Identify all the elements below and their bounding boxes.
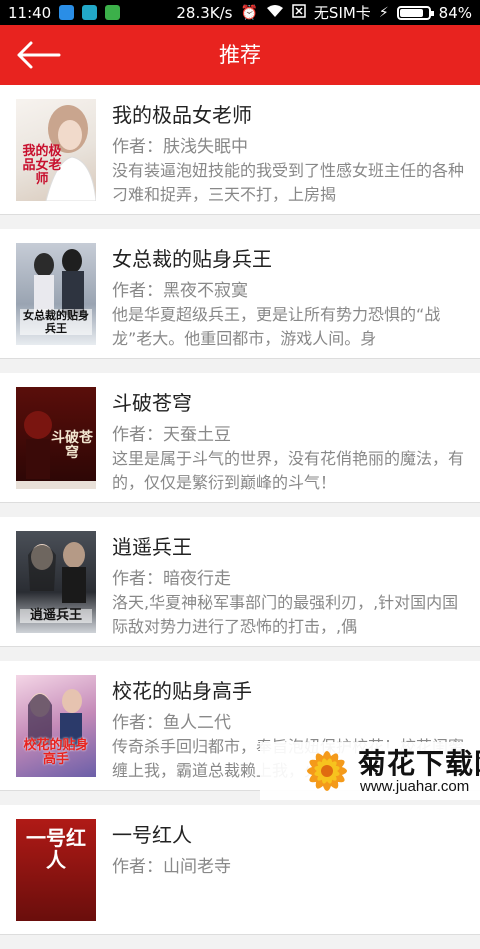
book-description: 他是华夏超级兵王，更是让所有势力恐惧的“战龙”老大。他重回都市，游戏人间。身 xyxy=(112,305,441,348)
book-item[interactable]: 女总裁的贴身兵王 女总裁的贴身兵王 作者：黑夜不寂寞 他是华夏超级兵王，更是让所… xyxy=(0,229,480,359)
book-title: 女总裁的贴身兵王 xyxy=(112,247,272,271)
book-author: 作者：山间老寺 xyxy=(112,857,231,877)
status-bar: 11:40 28.3K/s ⏰ 无SIM卡 ⚡ 84% xyxy=(0,0,480,25)
cover-title: 一号红人 xyxy=(26,826,86,872)
book-item[interactable]: 一号红人 一号红人 作者：山间老寺 xyxy=(0,805,480,935)
battery-percent: 84% xyxy=(438,3,472,22)
cover-title: 斗破苍穹 xyxy=(51,430,93,461)
cover-title: 女总裁的贴身兵王 xyxy=(20,309,92,335)
book-cover: 女总裁的贴身兵王 xyxy=(16,243,96,345)
book-title: 斗破苍穹 xyxy=(112,391,192,415)
book-author: 作者：黑夜不寂寞 xyxy=(112,281,248,301)
book-list: 我的极品女老师 我的极品女老师 作者：肤浅失眠中 没有装逼泡妞技能的我受到了性感… xyxy=(0,85,480,949)
chrysanthemum-logo-icon xyxy=(307,751,347,791)
battery-icon xyxy=(396,5,434,20)
notification-app-icon xyxy=(59,5,75,20)
notification-app-icon xyxy=(82,5,98,20)
book-description: 洛天,华夏神秘军事部门的最强利刃，,针对国内国际敌对势力进行了恐怖的打击，,偶 xyxy=(112,593,459,636)
book-title: 逍遥兵王 xyxy=(112,535,192,559)
book-cover: 我的极品女老师 xyxy=(16,99,96,201)
book-title: 一号红人 xyxy=(112,823,192,847)
notification-app-icon xyxy=(105,5,121,20)
status-time: 11:40 xyxy=(8,3,52,22)
book-author: 作者：暗夜行走 xyxy=(112,569,231,589)
cover-title: 我的极品女老师 xyxy=(22,144,62,187)
wifi-icon xyxy=(266,4,284,22)
watermark-url: www.juahar.com xyxy=(360,778,470,795)
alarm-icon: ⏰ xyxy=(240,4,258,21)
network-speed: 28.3K/s xyxy=(176,3,233,22)
book-title: 校花的贴身高手 xyxy=(112,679,252,703)
book-description xyxy=(112,879,466,929)
book-cover: 校花的贴身高手 xyxy=(16,675,96,777)
book-item[interactable]: 我的极品女老师 我的极品女老师 作者：肤浅失眠中 没有装逼泡妞技能的我受到了性感… xyxy=(0,85,480,215)
book-title: 我的极品女老师 xyxy=(112,103,252,127)
cover-title: 校花的贴身高手 xyxy=(23,738,89,767)
book-item[interactable]: 斗破苍穹 斗破苍穹 作者：天蚕土豆 这里是属于斗气的世界，没有花俏艳丽的魔法，有… xyxy=(0,373,480,503)
book-cover: 逍遥兵王 xyxy=(16,531,96,633)
book-author: 作者：鱼人二代 xyxy=(112,713,231,733)
book-cover: 一号红人 xyxy=(16,819,96,921)
sim-status: 无SIM卡 xyxy=(313,4,371,22)
sim-missing-icon xyxy=(292,3,306,22)
book-author: 作者：肤浅失眠中 xyxy=(112,137,248,157)
charging-icon: ⚡ xyxy=(378,4,389,21)
book-description: 这里是属于斗气的世界，没有花俏艳丽的魔法，有的，仅仅是繁衍到巅峰的斗气！ xyxy=(112,449,465,492)
book-item[interactable]: 逍遥兵王 逍遥兵王 作者：暗夜行走 洛天,华夏神秘军事部门的最强利刃，,针对国内… xyxy=(0,517,480,647)
watermark-name: 菊花下载网 xyxy=(358,747,480,780)
page-title: 推荐 xyxy=(219,43,261,67)
title-bar: 推荐 xyxy=(0,25,480,85)
cover-title: 逍遥兵王 xyxy=(20,609,92,623)
watermark: 菊花下载网 www.juahar.com xyxy=(260,742,480,800)
book-author: 作者：天蚕土豆 xyxy=(112,425,231,445)
book-cover: 斗破苍穹 xyxy=(16,387,96,489)
book-description: 没有装逼泡妞技能的我受到了性感女班主任的各种刁难和捉弄，三天不打，上房揭 xyxy=(112,161,465,204)
